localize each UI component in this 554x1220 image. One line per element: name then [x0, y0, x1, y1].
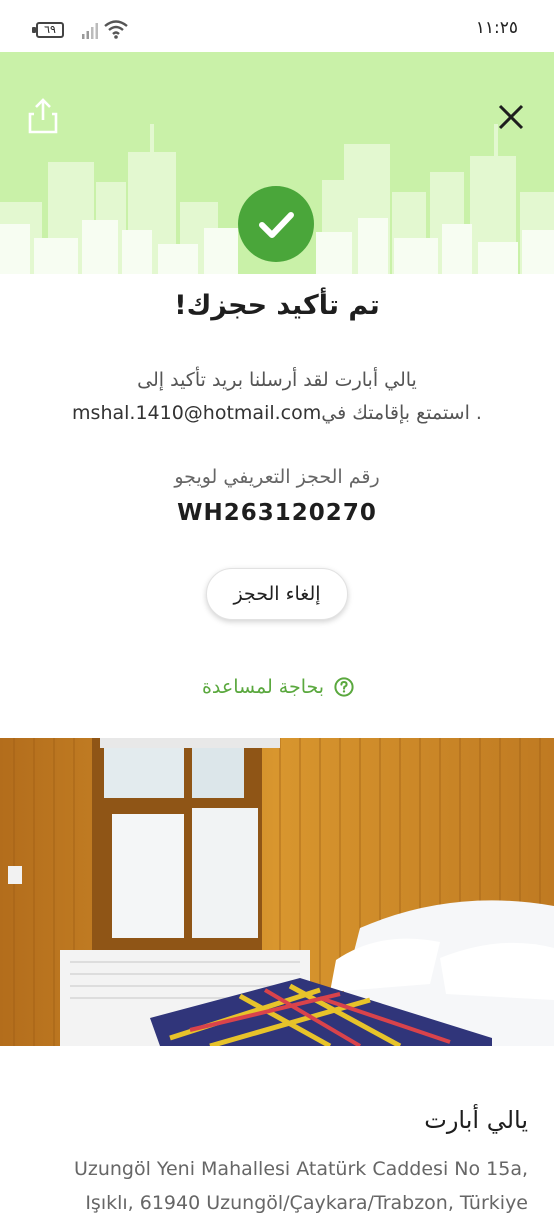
message-line-2: mshal.1410@hotmail.com. استمتع بإقامتك ف…: [40, 397, 514, 430]
bedroom-image: [0, 738, 554, 1046]
cancel-booking-button[interactable]: إلغاء الحجز: [206, 568, 348, 620]
cancel-booking-label: إلغاء الحجز: [233, 583, 321, 605]
battery-tip: [32, 27, 36, 33]
close-icon[interactable]: [494, 100, 528, 134]
address-line-1: Uzungöl Yeni Mahallesi Atatürk Caddesi N…: [73, 1158, 528, 1180]
status-bar: ٦٩ ١١:٢٥: [0, 0, 554, 52]
confirmation-header: [0, 52, 554, 274]
room-photo[interactable]: [0, 738, 554, 1046]
share-icon[interactable]: [26, 96, 60, 136]
help-label: بحاجة لمساعدة: [201, 676, 325, 698]
message-suffix: . استمتع بإقامتك في: [321, 402, 482, 424]
success-badge: [238, 186, 314, 262]
battery-level: ٦٩: [44, 23, 56, 36]
confirmation-message: يالي أبارت لقد أرسلنا بريد تأكيد إلى msh…: [40, 364, 514, 430]
question-circle-icon: [334, 677, 354, 697]
battery-icon: ٦٩: [36, 22, 64, 38]
signal-icon: [82, 23, 98, 39]
help-link[interactable]: بحاجة لمساعدة: [188, 670, 368, 704]
reference-label: رقم الحجز التعريفي لويجو: [174, 466, 380, 488]
property-address: Uzungöl Yeni Mahallesi Atatürk Caddesi N…: [8, 1152, 528, 1220]
reference-number: WH263120270: [177, 500, 377, 526]
address-line-2: Işıklı, 61940 Uzungöl/Çaykara/Trabzon, T…: [85, 1192, 528, 1214]
wifi-icon: [104, 20, 128, 39]
status-time: ١١:٢٥: [475, 18, 518, 38]
check-icon: [259, 212, 294, 238]
property-name: يالي أبارت: [424, 1106, 528, 1134]
email-address: mshal.1410@hotmail.com: [72, 402, 322, 424]
message-line-1: يالي أبارت لقد أرسلنا بريد تأكيد إلى: [137, 369, 417, 391]
confirmation-title: تم تأكيد حجزك!: [174, 290, 380, 321]
